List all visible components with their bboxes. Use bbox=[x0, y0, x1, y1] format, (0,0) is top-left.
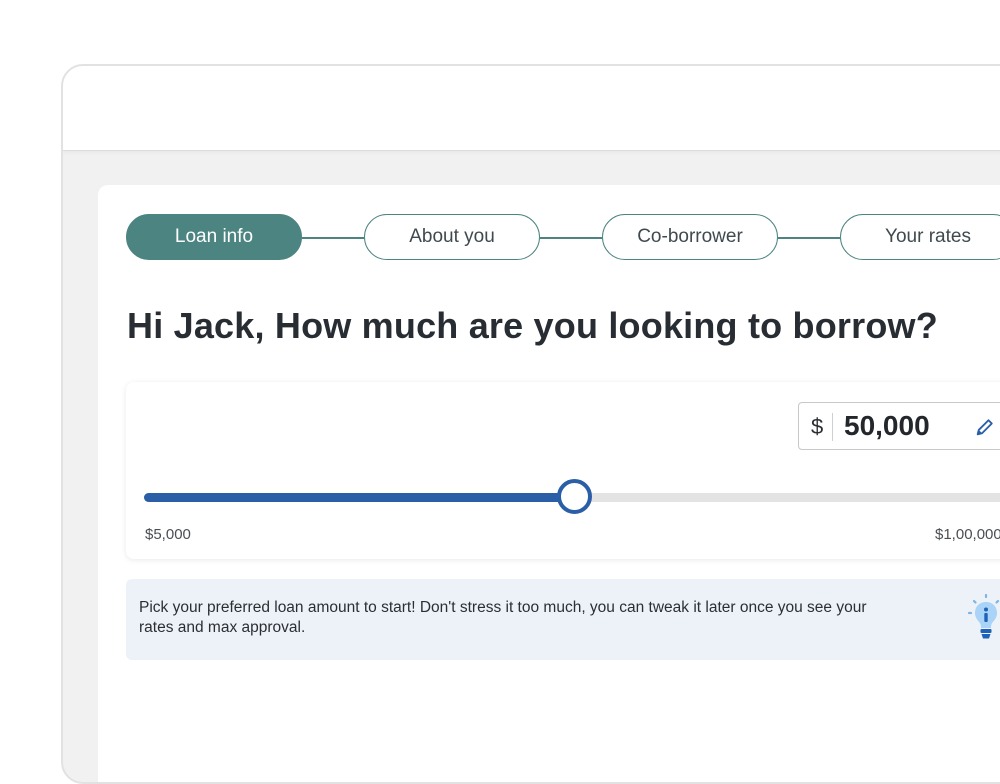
pencil-icon[interactable] bbox=[974, 416, 996, 438]
stepper-connector bbox=[778, 237, 840, 239]
tip-banner: Pick your preferred loan amount to start… bbox=[126, 579, 1000, 660]
loan-amount-panel: $ 50,000 $5,000 $1,00,000 bbox=[126, 382, 1000, 559]
step-loan-info[interactable]: Loan info bbox=[126, 214, 302, 260]
currency-symbol: $ bbox=[811, 414, 824, 439]
step-co-borrower[interactable]: Co-borrower bbox=[602, 214, 778, 260]
stepper-connector bbox=[302, 237, 364, 239]
step-about-you[interactable]: About you bbox=[364, 214, 540, 260]
app-window: Loan info About you Co-borrower Your rat… bbox=[61, 64, 1000, 784]
slider-fill bbox=[144, 493, 575, 502]
step-your-rates[interactable]: Your rates bbox=[840, 214, 1000, 260]
field-divider bbox=[832, 413, 833, 441]
loan-card: Loan info About you Co-borrower Your rat… bbox=[98, 185, 1000, 782]
slider-min-label: $5,000 bbox=[145, 526, 191, 543]
lightbulb-icon bbox=[967, 593, 1000, 639]
page-title: Hi Jack, How much are you looking to bor… bbox=[127, 305, 938, 346]
top-bar bbox=[63, 66, 1000, 151]
loan-amount-field[interactable]: $ 50,000 bbox=[798, 402, 1000, 450]
slider-thumb[interactable] bbox=[556, 479, 592, 514]
stepper-connector bbox=[540, 237, 602, 239]
slider-max-label: $1,00,000 bbox=[935, 526, 1000, 543]
progress-stepper: Loan info About you Co-borrower Your rat… bbox=[126, 214, 1000, 264]
tip-text: Pick your preferred loan amount to start… bbox=[139, 599, 867, 636]
loan-amount-value[interactable]: 50,000 bbox=[844, 410, 930, 442]
